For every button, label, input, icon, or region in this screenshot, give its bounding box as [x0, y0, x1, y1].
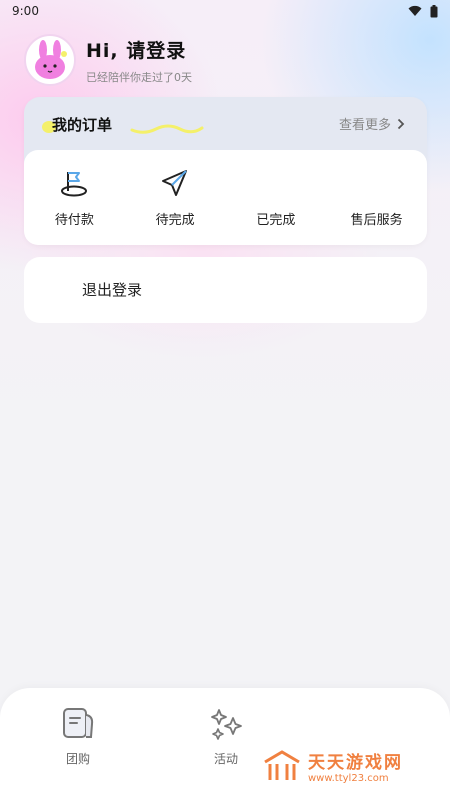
tab-activity-label: 活动 — [213, 752, 238, 766]
flag-icon — [61, 172, 88, 197]
paper-plane-icon — [162, 170, 188, 196]
status-bar: 9:00 — [0, 0, 450, 22]
watermark: 天天游戏网 www.ttyl23.com — [262, 748, 403, 784]
title-squiggle-icon — [130, 124, 204, 134]
companion-days-text: 已经陪伴你走过了0天 — [86, 70, 192, 84]
login-greeting[interactable]: Hi, 请登录 — [86, 36, 192, 63]
my-orders-card: 我的订单 查看更多 待付款 待完成 已完成 售后服务 — [24, 97, 427, 245]
chevron-right-icon — [397, 118, 405, 129]
notebook-icon — [63, 708, 94, 738]
view-more-label: 查看更多 — [338, 118, 391, 133]
avatar[interactable] — [24, 34, 76, 86]
watermark-title: 天天游戏网 — [308, 753, 403, 773]
view-more-link[interactable]: 查看更多 — [339, 114, 405, 133]
watermark-url: www.ttyl23.com — [308, 773, 389, 784]
tab-group-buy-label: 团购 — [65, 752, 90, 766]
orders-status-row: 待付款 待完成 已完成 售后服务 — [24, 150, 427, 245]
bunny-avatar-icon — [35, 40, 67, 79]
profile-header[interactable]: Hi, 请登录 已经陪伴你走过了0天 — [24, 34, 192, 86]
orders-title: 我的订单 — [52, 116, 113, 134]
order-pending-payment[interactable]: 待付款 — [24, 150, 125, 245]
order-to-complete[interactable]: 待完成 — [125, 150, 226, 245]
order-after-sales-label: 售后服务 — [350, 213, 403, 228]
logout-label: 退出登录 — [82, 281, 143, 299]
order-completed-label: 已完成 — [256, 213, 296, 228]
battery-icon — [430, 4, 438, 17]
orders-header: 我的订单 查看更多 — [24, 97, 427, 149]
order-completed[interactable]: 已完成 — [226, 150, 327, 245]
tab-group-buy[interactable]: 团购 — [48, 706, 108, 767]
wifi-icon — [408, 5, 422, 16]
tab-activity[interactable]: 活动 — [196, 706, 256, 767]
sparkle-icon — [211, 709, 242, 740]
order-to-complete-label: 待完成 — [155, 213, 195, 228]
status-time: 9:00 — [12, 4, 39, 18]
watermark-logo-icon — [264, 750, 300, 780]
logout-button[interactable]: 退出登录 — [24, 257, 427, 323]
order-after-sales[interactable]: 售后服务 — [326, 150, 427, 245]
order-pending-payment-label: 待付款 — [54, 213, 94, 228]
